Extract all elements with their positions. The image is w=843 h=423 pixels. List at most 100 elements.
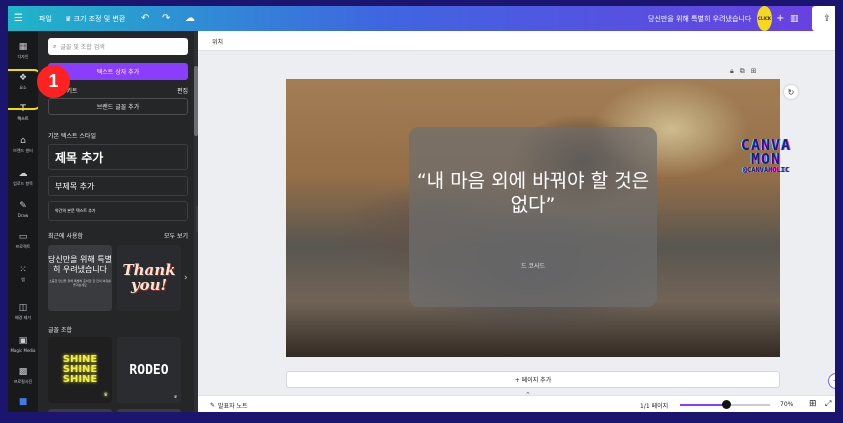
recent-card-2-title: Thank you!	[122, 261, 176, 294]
cloud-save-icon: ☁	[185, 13, 195, 24]
design-title[interactable]: 당신만을 위해 특별히 우려냈습니다	[648, 6, 751, 31]
heading-label: 제목 추가	[55, 150, 104, 165]
redo-icon[interactable]: ↷	[162, 6, 170, 31]
quote-box[interactable]: “내 마음 외에 바꿔야 할 것은 없다” 드 코사드	[409, 127, 657, 307]
sticker-line: MON	[750, 150, 782, 168]
rail-item-bg-remover[interactable]: ◫ 배경 제거	[8, 297, 38, 327]
duplicate-icon[interactable]: ⧉	[740, 67, 745, 76]
rail-item-label: 앱	[21, 277, 25, 282]
profile-photo-icon: ▩	[18, 367, 28, 377]
app-tile-icon: ■	[18, 397, 28, 407]
rail-item-label: 요소	[19, 85, 27, 90]
editor-area: 위치 🔒︎ ⧉ ⊞ “내 마음 외에 바꿔야 할 것은 없다” 드 코사드 ↻ …	[198, 31, 835, 412]
rail-item-label: 업로드 항목	[13, 181, 33, 186]
add-page-button[interactable]: + 페이지 추가	[286, 371, 780, 388]
add-brand-fonts-button[interactable]: 브랜드 글꼴 추가	[48, 98, 188, 115]
brand-icon: ⌂	[20, 136, 26, 146]
search-icon: ⌕	[53, 42, 57, 50]
app-window: ☰ 파일 ♛ 크기 조정 및 변환 ↶ ↷ ☁ 당신만을 위해 특별히 우려냈습…	[8, 6, 835, 412]
recent-card-1[interactable]: 당신만을 위해 특별히 우려냈습니다 소중한 당신을 위해 특별히 준비한 한 …	[48, 245, 112, 311]
rail-item-label: 브랜드 센터	[13, 148, 33, 153]
rail-item-projects[interactable]: ▭ 프로젝트	[8, 226, 38, 256]
elements-icon: ❖	[18, 73, 28, 83]
crown-icon: ♛	[103, 392, 108, 398]
design-canvas[interactable]: “내 마음 외에 바꿔야 할 것은 없다” 드 코사드	[286, 79, 780, 357]
search-input[interactable]: ⌕ 글꼴 및 조합 검색	[48, 38, 188, 55]
rail-item-apps[interactable]: ⁙ 앱	[8, 259, 38, 289]
add-page-icon[interactable]: ⊞	[751, 67, 757, 76]
magic-media-icon: ▣	[18, 335, 28, 346]
combo-card-shine[interactable]: SHINE SHINE SHINE ♛	[48, 337, 112, 403]
rail-item-label: Magic Media	[10, 347, 36, 353]
see-all-link[interactable]: 모두 보기	[164, 231, 188, 240]
position-button[interactable]: 위치	[212, 37, 223, 46]
quote-author[interactable]: 드 코사드	[409, 261, 657, 270]
rail-item-label: 텍스트	[17, 116, 29, 121]
combo-card-4[interactable]	[117, 409, 181, 412]
apps-icon: ⁙	[19, 265, 27, 275]
bottom-bar: ✎ 발표자 노트 1/1 페이지 70% ⊞ ⤢	[198, 395, 835, 412]
add-heading-button[interactable]: 제목 추가	[48, 144, 188, 170]
menu-icon[interactable]: ☰	[14, 6, 23, 31]
combo-line: SHINE	[62, 374, 98, 385]
file-menu[interactable]: 파일	[39, 6, 52, 31]
lock-icon[interactable]: 🔒︎	[730, 67, 734, 76]
undo-icon[interactable]: ↶	[141, 6, 149, 31]
default-styles-label: 기본 텍스트 스타일	[48, 133, 96, 140]
left-rail: ▦ 디자인 ❖ 요소 T 텍스트 ⌂ 브랜드 센터 ☁ 업로드 항목 ✎ Dra…	[8, 31, 38, 412]
rail-item-text[interactable]: T 텍스트	[8, 98, 38, 128]
edit-link[interactable]: 편집	[177, 86, 188, 95]
recent-row: 최근에 사용함 모두 보기	[48, 231, 188, 240]
notes-button[interactable]: ✎ 발표자 노트	[210, 401, 248, 410]
share-icon: ⇪	[823, 13, 831, 24]
recent-card-1-title: 당신만을 위해 특별히 우려냈습니다	[48, 255, 112, 274]
upload-icon: ☁	[18, 169, 28, 179]
search-placeholder: 글꼴 및 조합 검색	[60, 44, 105, 51]
chevron-right-icon[interactable]: ›	[184, 273, 188, 283]
top-bar: ☰ 파일 ♛ 크기 조정 및 변환 ↶ ↷ ☁ 당신만을 위해 특별히 우려냈습…	[8, 6, 835, 31]
rail-item-label: 디자인	[17, 54, 29, 59]
rail-item-label: 프로젝트	[15, 244, 31, 249]
combo-card-3[interactable]	[48, 409, 112, 412]
add-body-text-button[interactable]: 약간의 본문 텍스트 추가	[48, 201, 188, 221]
zoom-slider-thumb[interactable]	[722, 400, 732, 409]
refresh-icon[interactable]: ↻	[784, 85, 798, 99]
recent-card-2[interactable]: Thank you!	[117, 245, 181, 311]
step-badge: 1	[37, 65, 70, 98]
rail-item-uploads[interactable]: ☁ 업로드 항목	[8, 163, 38, 193]
rail-item-brand[interactable]: ⌂ 브랜드 센터	[8, 130, 38, 160]
grid-view-icon[interactable]: ⊞	[809, 399, 817, 409]
draw-icon: ✎	[19, 200, 27, 211]
canvaholic-sticker: CANVA MON @CANVAHOLIC	[728, 138, 804, 175]
zoom-fill	[680, 404, 727, 406]
notes-label: 발표자 노트	[218, 403, 248, 410]
add-collaborator-icon[interactable]: +	[776, 6, 784, 31]
rail-item-magic-media[interactable]: ▣ Magic Media	[8, 329, 38, 359]
rail-item-more[interactable]: ■	[8, 387, 38, 412]
notes-icon: ✎	[210, 402, 216, 409]
zoom-label[interactable]: 70%	[780, 401, 793, 408]
fullscreen-icon[interactable]: ⤢	[825, 399, 831, 409]
rail-item-elements[interactable]: ❖ 요소	[8, 67, 38, 97]
combo-card-rodeo[interactable]: RODEO ♛	[117, 337, 181, 403]
avatar[interactable]: CLICK	[757, 6, 772, 31]
design-icon: ▦	[18, 42, 28, 52]
editor-toolbar: 위치	[198, 31, 835, 51]
quote-text[interactable]: “내 마음 외에 바꿔야 할 것은 없다”	[409, 169, 657, 217]
recent-label: 최근에 사용함	[48, 233, 84, 240]
rail-item-label: 프로필사진	[13, 379, 33, 384]
resize-button[interactable]: ♛ 크기 조정 및 변환	[65, 6, 125, 31]
share-button[interactable]: ⇪	[812, 6, 835, 31]
analytics-icon[interactable]: ▥	[790, 6, 799, 31]
subheading-label: 부제목 추가	[55, 181, 95, 191]
page-count[interactable]: 1/1 페이지	[640, 401, 668, 410]
recent-card-1-sub: 소중한 당신을 위해 특별히 준비한 한 잔의 여유를 즐겨보세요	[49, 279, 111, 287]
rail-item-design[interactable]: ▦ 디자인	[8, 36, 38, 66]
add-subheading-button[interactable]: 부제목 추가	[48, 176, 188, 196]
combos-label: 글꼴 조합	[48, 327, 72, 334]
assistant-plus-icon[interactable]: +	[828, 373, 835, 389]
rail-item-draw[interactable]: ✎ Draw	[8, 194, 38, 224]
projects-icon: ▭	[18, 232, 28, 242]
sticker-line: @CANVAHOLIC	[742, 166, 790, 174]
rail-item-label: Draw	[17, 212, 29, 218]
